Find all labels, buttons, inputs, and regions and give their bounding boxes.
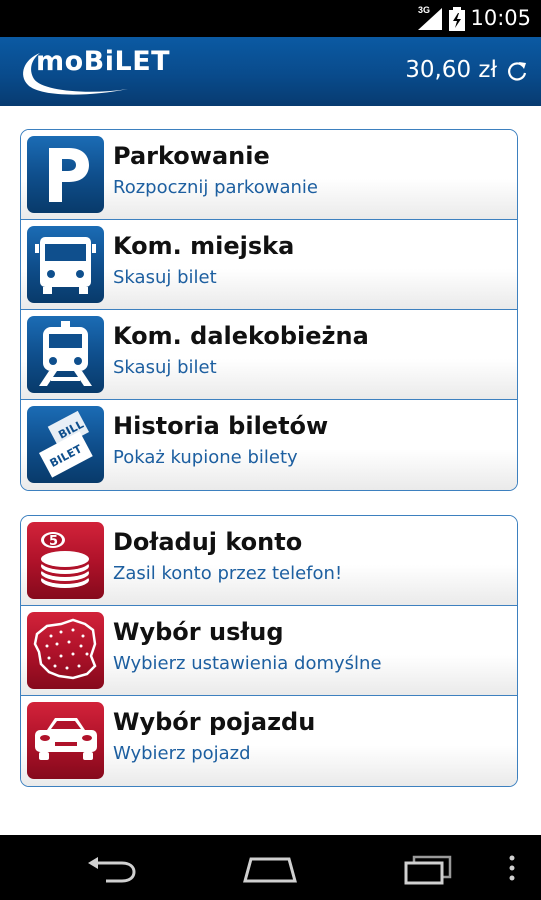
app-header: moBiLET 30,60 zł — [0, 37, 541, 107]
train-icon — [27, 316, 104, 393]
parking-icon — [27, 136, 104, 213]
status-bar: 3G 10:05 — [0, 0, 541, 37]
menu-item-subtitle: Pokaż kupione bilety — [113, 447, 298, 468]
car-icon — [27, 702, 104, 779]
coin-number: 5 — [49, 534, 58, 549]
overflow-menu-icon[interactable] — [508, 855, 516, 881]
menu-group-tickets: Parkowanie Rozpocznij parkowanie Kom. mi… — [20, 129, 518, 491]
menu-item-long-distance[interactable]: Kom. dalekobieżna Skasuj bilet — [21, 310, 517, 400]
menu-item-subtitle: Wybierz ustawienia domyślne — [113, 653, 382, 674]
clock: 10:05 — [470, 6, 531, 30]
android-nav-bar — [0, 835, 541, 900]
menu-item-title: Historia biletów — [113, 412, 329, 440]
main-content: Parkowanie Rozpocznij parkowanie Kom. mi… — [0, 106, 541, 835]
battery-icon — [449, 7, 465, 31]
poland-map-icon — [27, 612, 104, 689]
menu-group-account: 5 Doładuj konto Zasil konto przez telefo… — [20, 515, 518, 787]
menu-item-subtitle: Zasil konto przez telefon! — [113, 563, 343, 584]
menu-item-top-up[interactable]: 5 Doładuj konto Zasil konto przez telefo… — [21, 516, 517, 606]
menu-item-title: Wybór pojazdu — [113, 708, 316, 736]
menu-item-parking[interactable]: Parkowanie Rozpocznij parkowanie — [21, 130, 517, 220]
home-icon[interactable] — [243, 855, 297, 883]
app-logo: moBiLET — [36, 46, 171, 77]
recent-apps-icon[interactable] — [404, 855, 452, 885]
refresh-icon[interactable] — [507, 60, 527, 82]
menu-item-title: Kom. dalekobieżna — [113, 322, 369, 350]
menu-item-vehicle[interactable]: Wybór pojazdu Wybierz pojazd — [21, 696, 517, 786]
menu-item-subtitle: Skasuj bilet — [113, 267, 217, 288]
ticket-history-icon: BILL BILET — [27, 406, 104, 483]
account-balance: 30,60 zł — [405, 57, 497, 83]
menu-item-subtitle: Rozpocznij parkowanie — [113, 177, 318, 198]
menu-item-city-transport[interactable]: Kom. miejska Skasuj bilet — [21, 220, 517, 310]
menu-item-ticket-history[interactable]: BILL BILET Historia biletów Pokaż kupion… — [21, 400, 517, 490]
menu-item-subtitle: Wybierz pojazd — [113, 743, 251, 764]
menu-item-title: Wybór usług — [113, 618, 284, 646]
menu-item-services[interactable]: Wybór usług Wybierz ustawienia domyślne — [21, 606, 517, 696]
coins-icon: 5 — [27, 522, 104, 599]
network-type: 3G — [418, 5, 431, 15]
menu-item-title: Kom. miejska — [113, 232, 295, 260]
menu-item-title: Parkowanie — [113, 142, 270, 170]
menu-item-title: Doładuj konto — [113, 528, 303, 556]
menu-item-subtitle: Skasuj bilet — [113, 357, 217, 378]
back-icon[interactable] — [86, 857, 136, 883]
bus-icon — [27, 226, 104, 303]
